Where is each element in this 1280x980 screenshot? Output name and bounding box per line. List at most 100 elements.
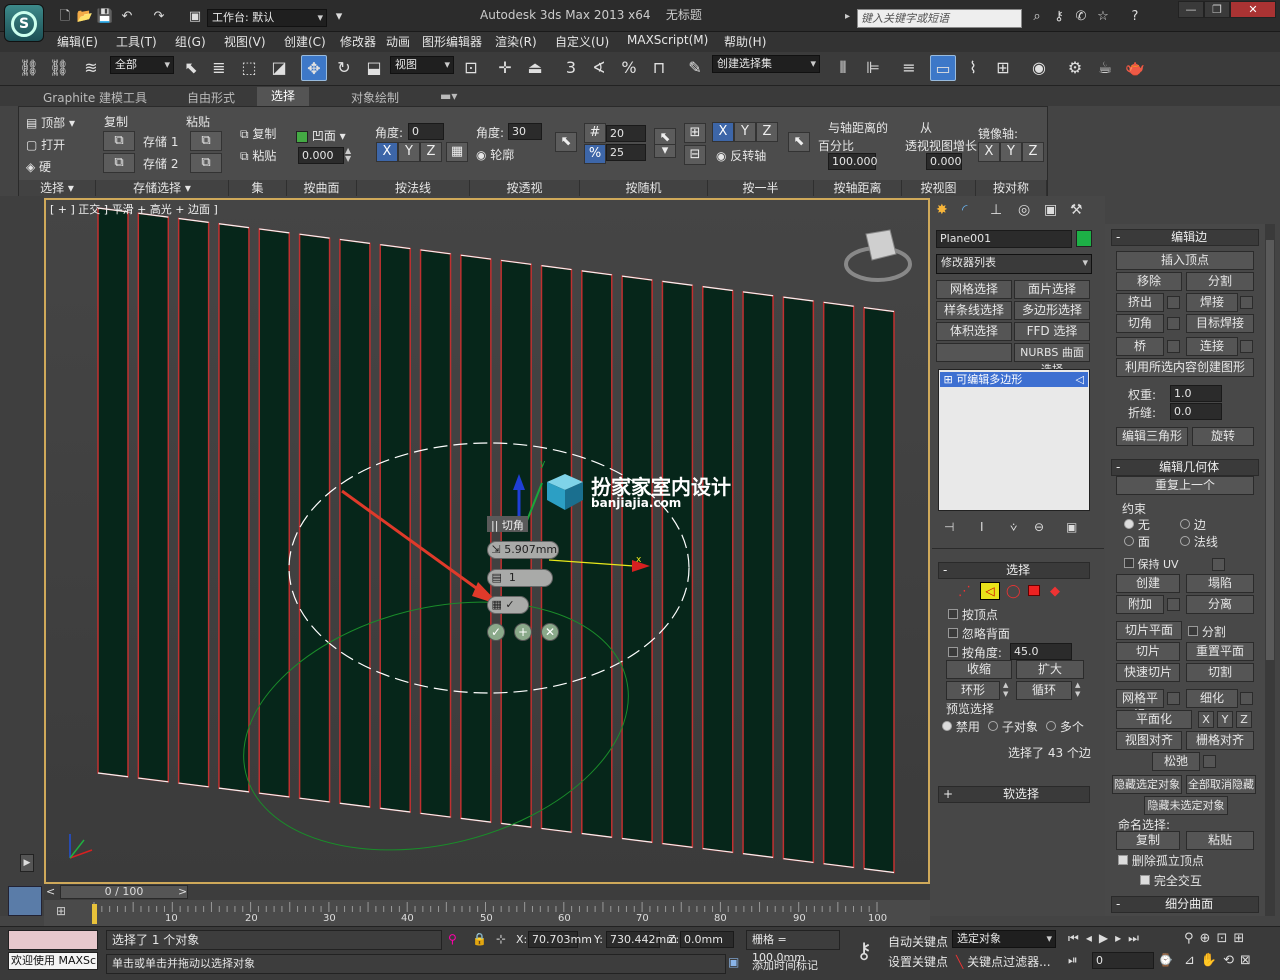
time-slider[interactable]: 0 / 100: [60, 885, 188, 899]
edit-edges-rollout-header[interactable]: - 编辑边: [1111, 229, 1259, 246]
selection-rollout-header[interactable]: - 选择: [938, 562, 1090, 579]
caddy-amount-field[interactable]: ⇲ 5.907mm: [487, 541, 559, 559]
object-name-input[interactable]: Plane001: [936, 230, 1072, 248]
ribbon-options-icon[interactable]: ▬▾: [440, 89, 457, 103]
edit-triangulation-button[interactable]: 编辑三角形: [1116, 427, 1188, 446]
group-by-view[interactable]: 按视图: [902, 180, 976, 196]
empty-mod-button[interactable]: [936, 343, 1012, 362]
planarize-button[interactable]: 平面化: [1116, 710, 1192, 729]
collapse-button[interactable]: 塌陷: [1186, 574, 1254, 593]
group-by-symmetry[interactable]: 按对称: [976, 180, 1047, 196]
repeat-last-button[interactable]: 重复上一个: [1116, 476, 1254, 495]
selection-lock-icon[interactable]: 🔒: [472, 932, 487, 946]
normal-invert-icon[interactable]: ▦: [446, 142, 468, 162]
time-config-icon[interactable]: ⌚: [1158, 953, 1173, 967]
concave-select[interactable]: 凹面 ▾: [296, 127, 346, 144]
sel-top-item[interactable]: ▤ 顶部 ▾: [26, 114, 75, 131]
project-folder-icon[interactable]: ▣: [186, 9, 204, 25]
viewport-nav-bottom[interactable]: ⊿✋⟲⊠: [1184, 953, 1257, 968]
polygon-level-icon[interactable]: [1028, 585, 1040, 596]
angle-snap-icon[interactable]: ∢: [586, 55, 612, 81]
hide-unselected-button[interactable]: 隐藏未选定对象: [1144, 796, 1228, 815]
spline-select-button[interactable]: 样条线选择: [936, 301, 1012, 320]
next-frame-icon[interactable]: ▸: [1115, 931, 1128, 945]
set-copy-item[interactable]: ⧉ 复制: [240, 125, 276, 142]
turn-button[interactable]: 旋转: [1192, 427, 1254, 446]
outline-item[interactable]: ◉ 轮廓: [476, 146, 514, 163]
workspace-select[interactable]: 工作台: 默认: [207, 9, 327, 27]
constraint-face-option[interactable]: 面: [1124, 533, 1150, 550]
random-shrink-icon[interactable]: ⊟: [684, 145, 706, 165]
meshsmooth-button[interactable]: 网格平滑: [1116, 689, 1164, 722]
zoom-all-icon[interactable]: ⊕: [1200, 931, 1217, 946]
communication-icon[interactable]: ✆: [1072, 9, 1090, 25]
zoom-extents-icon[interactable]: ⊡: [1216, 931, 1233, 946]
timeline-next-button[interactable]: >: [178, 885, 187, 898]
modify-tab-icon[interactable]: ◜: [962, 202, 967, 218]
caddy-title[interactable]: || 切角: [487, 516, 528, 532]
maxscript-listener[interactable]: [8, 930, 98, 950]
group-by-surface[interactable]: 按曲面: [287, 180, 357, 196]
hierarchy-tab-icon[interactable]: ⊥: [990, 202, 1002, 218]
caddy-cancel-icon[interactable]: ✕: [541, 623, 559, 641]
rect-selection-icon[interactable]: ⬚: [236, 55, 262, 81]
menu-create[interactable]: 创建(C): [284, 33, 326, 50]
undo-icon[interactable]: ↶: [118, 9, 136, 25]
search-binoculars-icon[interactable]: ⌕: [1028, 9, 1046, 25]
preview-subobj-option[interactable]: 子对象: [988, 718, 1038, 735]
wall-panel[interactable]: [339, 238, 371, 808]
concave-value-input[interactable]: 0.000: [298, 147, 344, 164]
caddy-ok-icon[interactable]: ✓: [487, 623, 505, 641]
zoom-extents-all-icon[interactable]: ⊞: [1233, 931, 1250, 946]
maximize-viewport-icon[interactable]: ⊠: [1240, 953, 1257, 968]
motion-tab-icon[interactable]: ◎: [1018, 202, 1030, 218]
menu-modifiers[interactable]: 修改器: [340, 33, 376, 50]
random-number-icon[interactable]: #: [584, 123, 606, 143]
normal-angle-input[interactable]: 0: [408, 123, 444, 140]
wall-panel[interactable]: [218, 222, 250, 793]
menu-view[interactable]: 视图(V): [224, 33, 266, 50]
mirror-icon[interactable]: ⫴: [830, 55, 856, 81]
by-angle-input[interactable]: 45.0: [1010, 643, 1072, 660]
named-paste-button[interactable]: 粘贴: [1186, 831, 1254, 850]
random-percent-icon[interactable]: %: [584, 144, 606, 164]
render-production-icon[interactable]: 🫖: [1122, 55, 1148, 81]
wall-panel[interactable]: [661, 280, 694, 849]
bind-spacewarp-icon[interactable]: ≋: [78, 55, 104, 81]
persp-select-icon[interactable]: ⬉: [555, 132, 577, 152]
wall-panel[interactable]: [298, 233, 331, 803]
layer-manager-icon[interactable]: ≡: [896, 55, 922, 81]
refine-settings-icon[interactable]: [1240, 692, 1253, 705]
shrink-button[interactable]: 收缩: [946, 660, 1012, 679]
store1-copy-button[interactable]: ⧉: [103, 131, 135, 151]
ring-spinner[interactable]: ▲ ▼: [1003, 681, 1008, 699]
unhide-all-button[interactable]: 全部取消隐藏: [1186, 775, 1256, 794]
menu-group[interactable]: 组(G): [175, 33, 206, 50]
normal-z-button[interactable]: Z: [420, 142, 442, 162]
group-stored-select[interactable]: 存储选择 ▾: [96, 180, 229, 196]
delete-isolated-checkbox[interactable]: [1118, 855, 1128, 865]
favorites-star-icon[interactable]: ☆: [1094, 9, 1112, 25]
rendered-frame-icon[interactable]: ☕: [1092, 55, 1118, 81]
loop-spinner[interactable]: ▲ ▼: [1075, 681, 1080, 699]
bridge-settings-icon[interactable]: [1167, 340, 1180, 353]
wall-panel[interactable]: [97, 207, 129, 778]
y-coord-input[interactable]: 730.442mm: [606, 931, 677, 948]
search-input[interactable]: 键入关键字或短语: [857, 9, 1022, 28]
constraint-normal-option[interactable]: 法线: [1180, 533, 1218, 550]
mirror-x-button[interactable]: X: [978, 142, 1000, 162]
axis-percent-input[interactable]: 100.000: [828, 153, 878, 170]
group-sets[interactable]: 集: [229, 180, 287, 196]
wall-panel[interactable]: [419, 249, 452, 818]
meshsmooth-settings-icon[interactable]: [1167, 692, 1180, 705]
set-key-mode-icon[interactable]: ⚷: [846, 934, 882, 970]
vol-select-button[interactable]: 体积选择: [936, 322, 1012, 341]
material-editor-icon[interactable]: ◉: [1026, 55, 1052, 81]
connect-button[interactable]: 连接: [1186, 337, 1238, 356]
store2-copy-button[interactable]: ⧉: [103, 153, 135, 173]
tab-selection[interactable]: 选择: [257, 87, 310, 106]
hide-selected-button[interactable]: 隐藏选定对象: [1112, 775, 1182, 794]
mesh-select-button[interactable]: 网格选择: [936, 280, 1012, 299]
wall-panel[interactable]: [137, 212, 170, 783]
tab-freeform[interactable]: 自由形式: [187, 89, 235, 106]
